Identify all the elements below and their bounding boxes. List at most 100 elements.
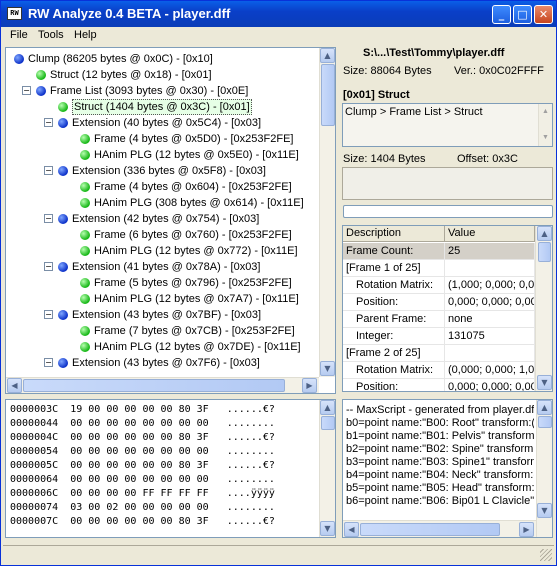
collapse-toggle[interactable]: − — [44, 310, 53, 319]
tree-item[interactable]: − Frame List (3093 bytes @ 0x30) - [0x0E] — [6, 83, 318, 99]
maxscript-line: b5=point name:"B05: Head" transform:( — [346, 482, 534, 494]
menu-help[interactable]: Help — [74, 29, 97, 41]
tree-item[interactable]: Frame (5 bytes @ 0x796) - [0x253F2FE] — [6, 275, 318, 291]
scroll-thumb[interactable] — [321, 416, 335, 430]
collapse-toggle[interactable]: − — [44, 118, 53, 127]
menu-bar: File Tools Help — [1, 27, 556, 45]
properties-table[interactable]: Description Value Frame Count: 25 [Frame 1… — [342, 225, 553, 392]
close-button[interactable]: ✕ — [534, 5, 553, 24]
tree-item[interactable]: Struct (12 bytes @ 0x18) - [0x01] — [6, 67, 318, 83]
scroll-down-button[interactable]: ▼ — [537, 375, 552, 390]
tree-item[interactable]: − Extension (43 bytes @ 0x7BF) - [0x03] — [6, 307, 318, 323]
scroll-down-button[interactable]: ▼ — [320, 361, 335, 376]
scroll-thumb[interactable] — [538, 416, 552, 428]
property-row[interactable]: Position: 0,000; 0,000; 0,00 — [343, 294, 535, 311]
property-description: Position: — [343, 294, 445, 311]
tree-item-label: Clump (86205 bytes @ 0x0C) - [0x10] — [28, 53, 213, 65]
maxscript-vscrollbar[interactable]: ▲ ▼ — [536, 400, 552, 537]
maximize-button[interactable]: □ — [513, 5, 532, 24]
tree-item[interactable]: Frame (6 bytes @ 0x760) - [0x253F2FE] — [6, 227, 318, 243]
tree-item[interactable]: Frame (4 bytes @ 0x5D0) - [0x253F2FE] — [6, 131, 318, 147]
section-tree[interactable]: Clump (86205 bytes @ 0x0C) - [0x10] Struc… — [5, 47, 336, 394]
tree-vscrollbar[interactable]: ▲ ▼ — [319, 48, 335, 377]
property-description: Integer: — [343, 328, 445, 345]
scroll-down-button[interactable]: ▼ — [537, 503, 552, 518]
collapse-toggle[interactable]: − — [22, 86, 31, 95]
property-row[interactable]: [Frame 1 of 25] — [343, 260, 535, 277]
tree-item[interactable]: HAnim PLG (12 bytes @ 0x7A7) - [0x11E] — [6, 291, 318, 307]
section-size: Size: 1404 Bytes — [343, 153, 426, 165]
tree-item[interactable]: Frame (7 bytes @ 0x7CB) - [0x253F2FE] — [6, 323, 318, 339]
hex-view[interactable]: 0000003C 19 00 00 00 00 00 80 3F ......€… — [5, 399, 336, 538]
section-offset: Offset: 0x3C — [457, 153, 518, 165]
menu-file[interactable]: File — [10, 29, 28, 41]
property-row[interactable]: Rotation Matrix: (0,000; 0,000; 1,0 — [343, 362, 535, 379]
scroll-up-button[interactable]: ▲ — [320, 48, 335, 63]
hscroll-thumb[interactable] — [360, 523, 500, 536]
scroll-right-button[interactable]: ▶ — [519, 522, 534, 537]
property-value: 25 — [445, 243, 535, 260]
app-icon: RW — [7, 7, 22, 20]
scroll-up-button[interactable]: ▲ — [537, 226, 552, 241]
leaf-node-icon — [80, 198, 90, 208]
tree-item[interactable]: HAnim PLG (308 bytes @ 0x614) - [0x11E] — [6, 195, 318, 211]
maxscript-line: b0=point name:"B00: Root" transform:(( — [346, 417, 534, 429]
property-row[interactable]: Rotation Matrix: (1,000; 0,000; 0,0 — [343, 277, 535, 294]
column-description[interactable]: Description — [343, 226, 445, 242]
minimize-button[interactable]: _ — [492, 5, 511, 24]
hscroll-thumb[interactable] — [23, 379, 285, 392]
tree-item[interactable]: − Extension (43 bytes @ 0x7F6) - [0x03] — [6, 355, 318, 371]
property-description: Rotation Matrix: — [343, 277, 445, 294]
tree-item[interactable]: Frame (4 bytes @ 0x604) - [0x253F2FE] — [6, 179, 318, 195]
tree-hscrollbar[interactable]: ◀ ▶ — [6, 377, 319, 393]
scroll-down-button[interactable]: ▼ — [320, 521, 335, 536]
property-row[interactable]: Frame Count: 25 — [343, 243, 535, 260]
collapse-toggle[interactable]: − — [44, 214, 53, 223]
scroll-up-button[interactable]: ▲ — [320, 400, 335, 415]
property-value: 0,000; 0,000; 0,00 — [445, 379, 535, 391]
property-row[interactable]: Position: 0,000; 0,000; 0,00 — [343, 379, 535, 391]
tree-item-label: Extension (336 bytes @ 0x5F8) - [0x03] — [72, 165, 266, 177]
menu-tools[interactable]: Tools — [38, 29, 64, 41]
leaf-node-icon — [80, 134, 90, 144]
column-value[interactable]: Value — [445, 226, 535, 242]
scroll-thumb[interactable] — [538, 242, 551, 262]
tree-item-label: HAnim PLG (12 bytes @ 0x7A7) - [0x11E] — [94, 293, 299, 305]
tree-item[interactable]: − Extension (40 bytes @ 0x5C4) - [0x03] — [6, 115, 318, 131]
title-bar[interactable]: RW RW Analyze 0.4 BETA - player.dff _ □ … — [1, 1, 556, 27]
maxscript-output[interactable]: -- MaxScript - generated from player.dff… — [342, 399, 553, 538]
tree-item[interactable]: − Extension (41 bytes @ 0x78A) - [0x03] — [6, 259, 318, 275]
container-node-icon — [36, 86, 46, 96]
tree-item[interactable]: − Extension (336 bytes @ 0x5F8) - [0x03] — [6, 163, 318, 179]
tree-item-label: HAnim PLG (12 bytes @ 0x772) - [0x11E] — [94, 245, 298, 257]
tree-item-label: Frame (5 bytes @ 0x796) - [0x253F2FE] — [94, 277, 292, 289]
tree-item[interactable]: Clump (86205 bytes @ 0x0C) - [0x10] — [6, 51, 318, 67]
hex-vscrollbar[interactable]: ▲ ▼ — [319, 400, 335, 537]
scroll-thumb[interactable] — [321, 64, 335, 126]
tree-item-label: Struct (1404 bytes @ 0x3C) - [0x01] — [72, 99, 252, 115]
breadcrumb-scrollbar[interactable]: ▲ ▼ — [538, 104, 552, 146]
property-description: [Frame 2 of 25] — [343, 345, 445, 362]
tree-item[interactable]: − Extension (42 bytes @ 0x754) - [0x03] — [6, 211, 318, 227]
property-row[interactable]: [Frame 2 of 25] — [343, 345, 535, 362]
resize-grip-icon[interactable] — [540, 549, 552, 561]
scroll-left-button[interactable]: ◀ — [344, 522, 359, 537]
collapse-toggle[interactable]: − — [44, 166, 53, 175]
collapse-toggle[interactable]: − — [44, 262, 53, 271]
scroll-right-button[interactable]: ▶ — [302, 378, 317, 393]
tree-item-label: Struct (12 bytes @ 0x18) - [0x01] — [50, 69, 212, 81]
tree-item[interactable]: Struct (1404 bytes @ 0x3C) - [0x01] — [6, 99, 318, 115]
maxscript-hscrollbar[interactable]: ◀ ▶ — [343, 520, 536, 537]
tree-item-label: Extension (43 bytes @ 0x7BF) - [0x03] — [72, 309, 262, 321]
property-row[interactable]: Parent Frame: none — [343, 311, 535, 328]
container-node-icon — [58, 214, 68, 224]
scroll-left-button[interactable]: ◀ — [7, 378, 22, 393]
tree-item[interactable]: HAnim PLG (12 bytes @ 0x5E0) - [0x11E] — [6, 147, 318, 163]
properties-vscrollbar[interactable]: ▲ ▼ — [535, 226, 552, 391]
collapse-toggle[interactable]: − — [44, 358, 53, 367]
scroll-up-button[interactable]: ▲ — [537, 400, 552, 415]
property-description: [Frame 1 of 25] — [343, 260, 445, 277]
tree-item[interactable]: HAnim PLG (12 bytes @ 0x772) - [0x11E] — [6, 243, 318, 259]
property-row[interactable]: Integer: 131075 — [343, 328, 535, 345]
tree-item[interactable]: HAnim PLG (12 bytes @ 0x7DE) - [0x11E] — [6, 339, 318, 355]
